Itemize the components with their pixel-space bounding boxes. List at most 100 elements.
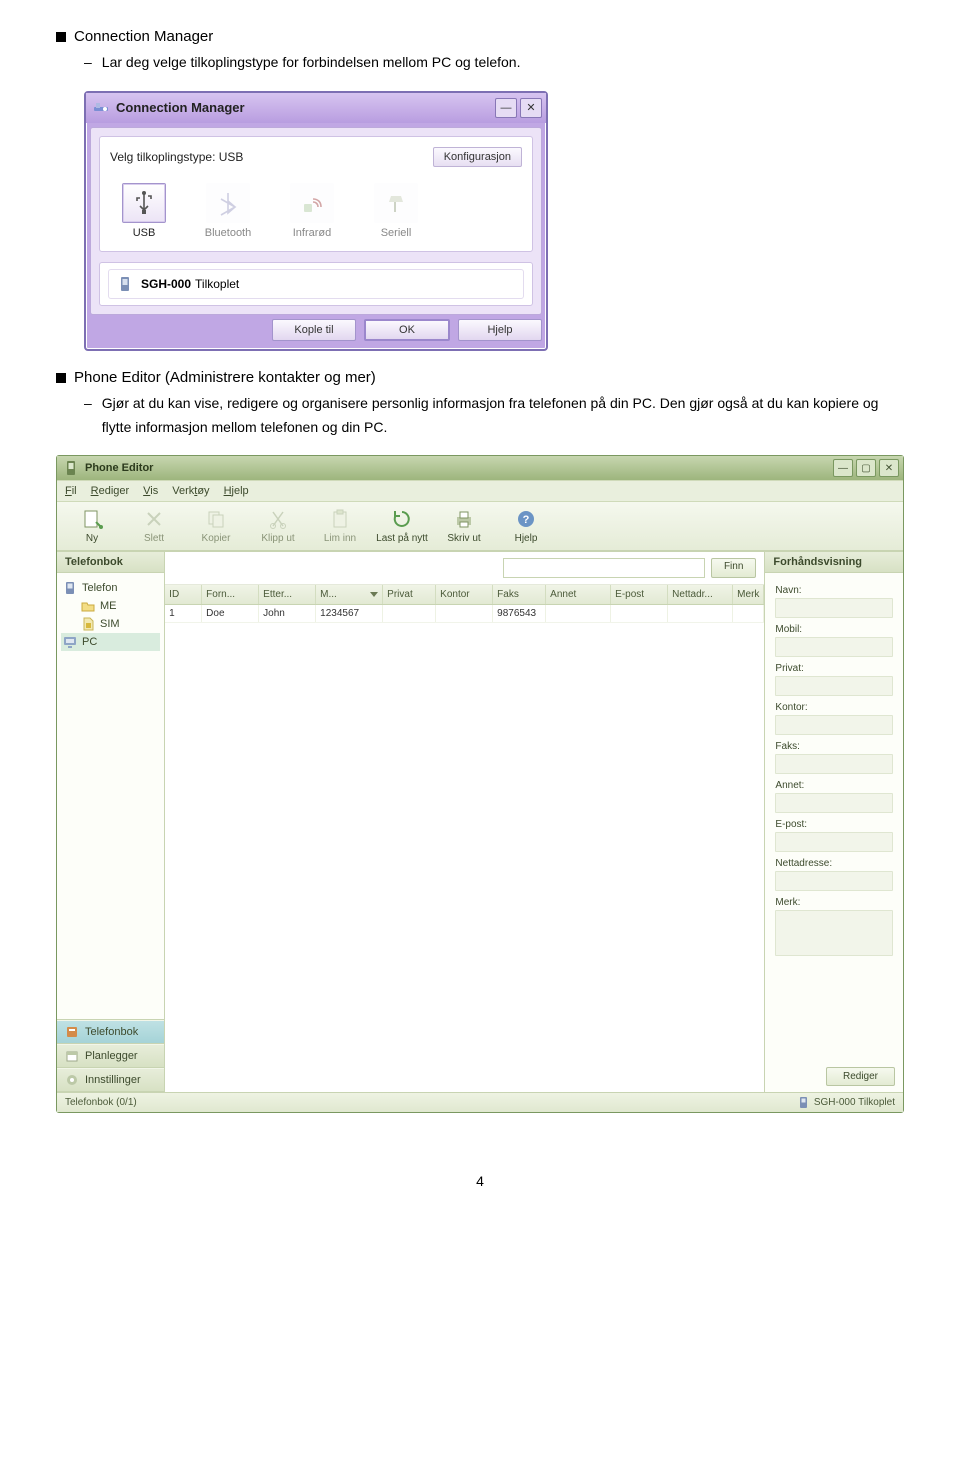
pv-field-mobil: [775, 637, 893, 657]
help-button[interactable]: Hjelp: [458, 319, 542, 341]
menu-verktoy[interactable]: Verktøy: [172, 485, 209, 497]
col-etter[interactable]: Etter...: [259, 585, 316, 604]
pv-label-epost: E-post:: [775, 819, 893, 830]
nav-innstillinger[interactable]: Innstillinger: [57, 1068, 164, 1092]
col-nett[interactable]: Nettadr...: [668, 585, 733, 604]
pe-center-panel: Finn ID Forn... Etter... M... Privat Kon…: [165, 552, 764, 1092]
connection-manager-window: Connection Manager — ✕ Velg tilkoplingst…: [84, 91, 548, 351]
statusbar: Telefonbok (0/1) SGH-000 Tilkoplet: [57, 1092, 903, 1112]
col-epost[interactable]: E-post: [611, 585, 668, 604]
tool-kopier[interactable]: Kopier: [187, 508, 245, 544]
print-icon: [453, 508, 475, 530]
find-input[interactable]: [503, 558, 705, 578]
pe-left-header: Telefonbok: [57, 552, 164, 573]
connect-button[interactable]: Kople til: [272, 319, 356, 341]
cut-icon: [267, 508, 289, 530]
close-button[interactable]: ✕: [879, 459, 899, 477]
copy-icon: [205, 508, 227, 530]
gear-icon: [65, 1073, 79, 1087]
pc-icon: [63, 635, 77, 649]
planner-icon: [65, 1049, 79, 1063]
pv-label-privat: Privat:: [775, 663, 893, 674]
find-button[interactable]: Finn: [711, 558, 756, 578]
col-mobil[interactable]: M...: [316, 585, 383, 604]
phone-editor-icon: [63, 460, 79, 476]
close-button[interactable]: ✕: [520, 98, 542, 118]
col-annet[interactable]: Annet: [546, 585, 611, 604]
contacts-icon: [65, 1025, 79, 1039]
tool-skrivut[interactable]: Skriv ut: [435, 508, 493, 544]
grid-header: ID Forn... Etter... M... Privat Kontor F…: [165, 585, 764, 605]
tool-ny[interactable]: Ny: [63, 508, 121, 544]
col-kontor[interactable]: Kontor: [436, 585, 493, 604]
col-forn[interactable]: Forn...: [202, 585, 259, 604]
tool-liminn[interactable]: Lim inn: [311, 508, 369, 544]
conn-type-bluetooth[interactable]: Bluetooth: [198, 183, 258, 239]
sim-icon: [81, 617, 95, 631]
bluetooth-icon: [215, 190, 241, 216]
menu-rediger[interactable]: Rediger: [91, 485, 130, 497]
section1-desc: Lar deg velge tilkoplingstype for forbin…: [102, 51, 521, 75]
tree-pc[interactable]: PC: [61, 633, 160, 651]
cm-title: Connection Manager: [116, 100, 492, 115]
pv-field-epost: [775, 832, 893, 852]
col-merk[interactable]: Merk: [733, 585, 764, 604]
section2-title: Phone Editor (Administrere kontakter og …: [74, 369, 376, 386]
phone-icon: [117, 276, 133, 292]
conn-type-label: Infrarød: [293, 227, 332, 239]
col-faks[interactable]: Faks: [493, 585, 546, 604]
col-id[interactable]: ID: [165, 585, 202, 604]
pv-label-merk: Merk:: [775, 897, 893, 908]
phone-editor-window: Phone Editor — ▢ ✕ Fil Rediger Vis Verkt…: [56, 455, 904, 1113]
preview-header: Forhåndsvisning: [765, 552, 903, 573]
delete-icon: [143, 508, 165, 530]
svg-text:?: ?: [523, 514, 530, 526]
tool-hjelp[interactable]: ? Hjelp: [497, 508, 555, 544]
conn-type-usb[interactable]: USB: [114, 183, 174, 239]
nav-telefonbok[interactable]: Telefonbok: [57, 1020, 164, 1044]
tree-telefon[interactable]: Telefon: [61, 579, 160, 597]
usb-icon: [131, 190, 157, 216]
phone-device-icon: [63, 581, 77, 595]
cm-select-label: Velg tilkoplingstype: USB: [110, 150, 243, 164]
conn-type-label: USB: [133, 227, 156, 239]
edit-button[interactable]: Rediger: [826, 1067, 895, 1086]
conn-type-infrared[interactable]: Infrarød: [282, 183, 342, 239]
phone-small-icon: [797, 1096, 810, 1109]
tree-me[interactable]: ME: [79, 597, 160, 615]
nav-planlegger[interactable]: Planlegger: [57, 1044, 164, 1068]
menu-fil[interactable]: Fil: [65, 485, 77, 497]
pv-field-merk: [775, 910, 893, 956]
sort-descending-icon: [370, 592, 378, 597]
section2-desc: Gjør at du kan vise, redigere og organis…: [102, 392, 904, 440]
tool-slett[interactable]: Slett: [125, 508, 183, 544]
tool-lastpanytt[interactable]: Last på nytt: [373, 508, 431, 544]
paste-icon: [329, 508, 351, 530]
conn-type-serial[interactable]: Seriell: [366, 183, 426, 239]
pv-field-faks: [775, 754, 893, 774]
conn-type-label: Bluetooth: [205, 227, 251, 239]
config-button[interactable]: Konfigurasjon: [433, 147, 522, 167]
pv-field-navn: [775, 598, 893, 618]
menu-vis[interactable]: Vis: [143, 485, 158, 497]
infrared-icon: [299, 190, 325, 216]
maximize-button[interactable]: ▢: [856, 459, 876, 477]
bullet-square: [56, 373, 66, 383]
tool-klipput[interactable]: Klipp ut: [249, 508, 307, 544]
tree-sim[interactable]: SIM: [79, 615, 160, 633]
pv-label-annet: Annet:: [775, 780, 893, 791]
minimize-button[interactable]: —: [833, 459, 853, 477]
col-privat[interactable]: Privat: [383, 585, 436, 604]
pe-titlebar: Phone Editor — ▢ ✕: [57, 456, 903, 480]
table-row[interactable]: 1 Doe John 1234567 9876543: [165, 605, 764, 623]
conn-type-label: Seriell: [381, 227, 412, 239]
status-right: SGH-000 Tilkoplet: [797, 1096, 895, 1109]
minimize-button[interactable]: —: [495, 98, 517, 118]
menu-hjelp[interactable]: Hjelp: [224, 485, 249, 497]
serial-icon: [383, 190, 409, 216]
cm-titlebar: Connection Manager — ✕: [86, 93, 546, 123]
pe-left-panel: Telefonbok Telefon ME SIM PC: [57, 552, 165, 1092]
pv-field-kontor: [775, 715, 893, 735]
ok-button[interactable]: OK: [364, 319, 450, 341]
pv-field-annet: [775, 793, 893, 813]
